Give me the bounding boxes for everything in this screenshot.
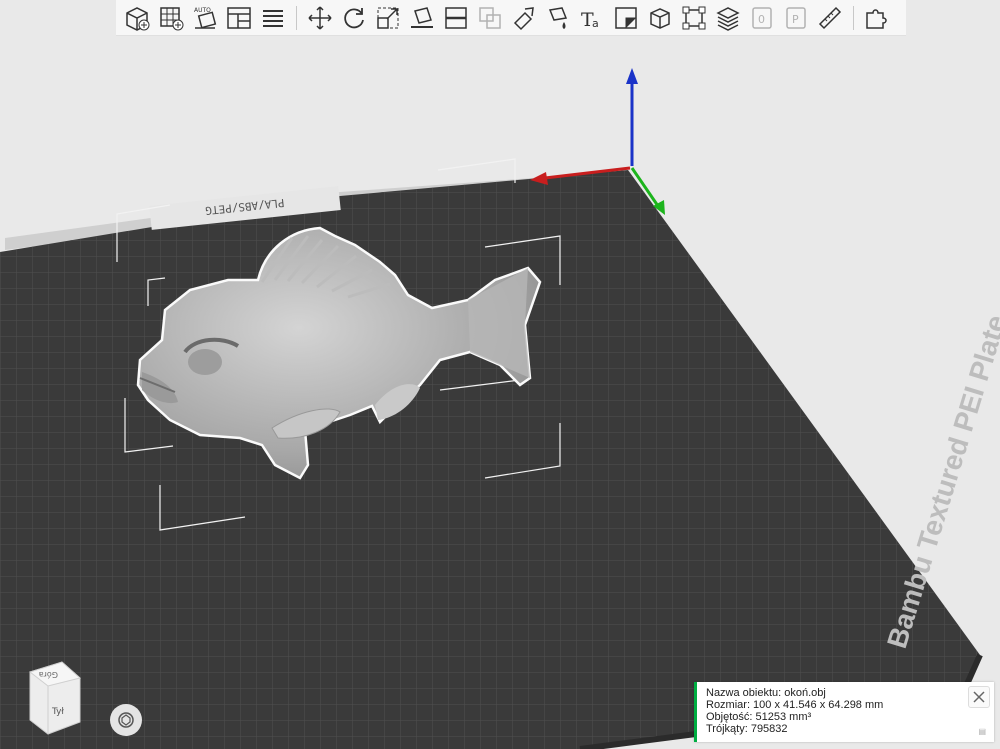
layers-button[interactable] [711, 1, 745, 35]
main-toolbar: AUTO Ta 0 P [116, 0, 906, 36]
assembly-icon [682, 6, 706, 29]
mesh-boolean-button[interactable] [473, 1, 507, 35]
rotate-button[interactable] [337, 1, 371, 35]
auto-arrange-icon: AUTO [194, 7, 217, 29]
support-paint-button[interactable] [507, 1, 541, 35]
variable-layer-button[interactable]: 0 [745, 1, 779, 35]
text-icon: Ta [581, 9, 599, 31]
layers-icon [716, 6, 740, 31]
puzzle-icon [866, 8, 887, 29]
param-icon: P [786, 6, 806, 29]
view-cube[interactable]: Góra Tył [22, 660, 88, 738]
cut-icon [445, 6, 467, 29]
seam-paint-icon [548, 6, 568, 29]
close-info-button[interactable] [968, 686, 990, 708]
layout-button[interactable] [222, 1, 256, 35]
view-cube-top-label: Góra [39, 670, 58, 680]
variable-layer-icon: 0 [752, 6, 772, 29]
list-icon [263, 9, 283, 27]
layout-icon [227, 6, 251, 29]
scale-button[interactable] [371, 1, 405, 35]
object-triangles: Trójkąty: 795832 [706, 723, 788, 735]
assembly-button[interactable] [677, 1, 711, 35]
add-plate-button[interactable] [154, 1, 188, 35]
add-object-button[interactable] [120, 1, 154, 35]
ruler-icon [818, 6, 842, 29]
move-button[interactable] [303, 1, 337, 35]
text-tool-button[interactable]: Ta [575, 1, 609, 35]
cut-button[interactable] [439, 1, 473, 35]
toolbar-separator [853, 5, 854, 30]
object-size: Rozmiar: 100 x 41.546 x 64.298 mm [706, 699, 884, 711]
add-plate-icon [160, 6, 184, 30]
object-info-panel: Nazwa obiektu: okoń.obj Rozmiar: 100 x 4… [694, 682, 994, 742]
seam-paint-button[interactable] [541, 1, 575, 35]
measure-corner-button[interactable] [609, 1, 643, 35]
toolbar-separator [296, 5, 297, 30]
support-paint-icon [513, 6, 534, 30]
scene[interactable]: PLA/ABS/PETG Bambu Textured PEI Plate [0, 0, 1000, 749]
scale-icon [377, 7, 399, 29]
list-button[interactable] [256, 1, 290, 35]
3d-viewport[interactable]: PLA/ABS/PETG Bambu Textured PEI Plate AU… [0, 0, 1000, 749]
add-object-icon [126, 6, 150, 31]
cube-icon [650, 7, 670, 29]
svg-text:0: 0 [758, 13, 765, 26]
svg-text:P: P [792, 13, 799, 26]
mesh-boolean-icon [479, 6, 501, 29]
param-button[interactable]: P [779, 1, 813, 35]
object-name: Nazwa obiektu: okoń.obj [706, 687, 826, 699]
reset-view-button[interactable] [110, 704, 142, 736]
camera-reset-icon [118, 712, 134, 728]
lay-on-face-button[interactable] [405, 1, 439, 35]
close-icon [973, 691, 985, 703]
measure-corner-icon [615, 6, 637, 29]
cube-button[interactable] [643, 1, 677, 35]
lay-on-face-icon [411, 6, 433, 28]
object-volume: Objętość: 51253 mm³ [706, 711, 812, 723]
rotate-icon [344, 7, 364, 28]
puzzle-button[interactable] [860, 1, 894, 35]
build-plate[interactable] [0, 170, 983, 749]
svg-text:a: a [592, 17, 599, 30]
view-cube-back-label: Tył [51, 707, 64, 717]
ruler-button[interactable] [813, 1, 847, 35]
move-icon [308, 5, 332, 30]
resize-grip-icon[interactable]: ▤ [978, 726, 986, 738]
auto-arrange-button[interactable]: AUTO [188, 1, 222, 35]
